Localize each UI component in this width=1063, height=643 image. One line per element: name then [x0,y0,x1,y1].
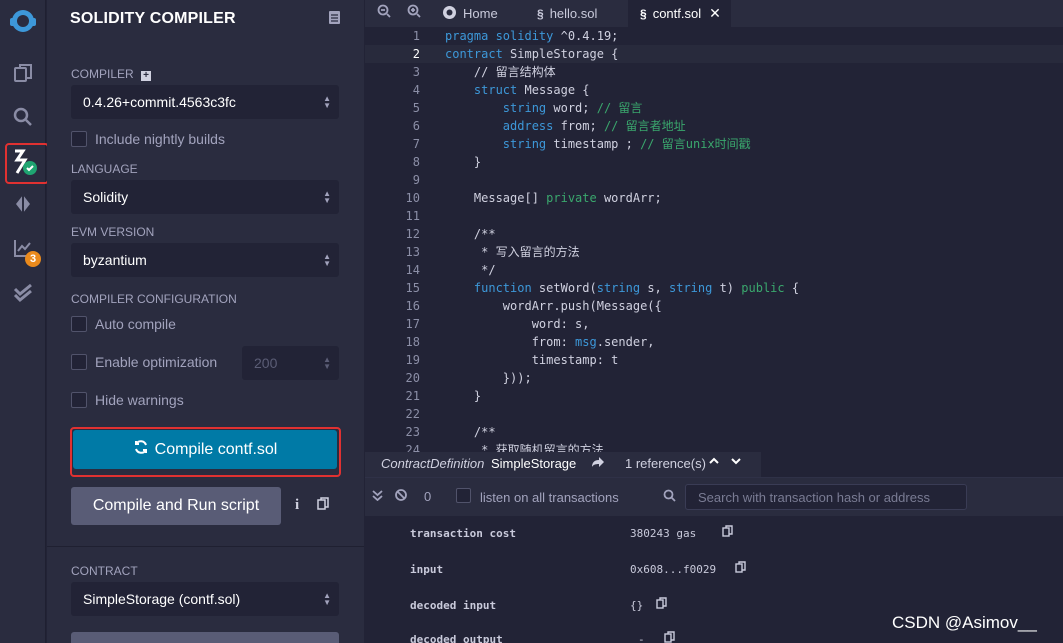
compiler-config-label: COMPILER CONFIGURATION [71,292,237,306]
code-editor: Home § hello.sol § contf.sol ✕ 1 pragma s… [365,0,1063,452]
code-line: 19 timestamp: t [405,353,619,367]
copy-icon[interactable] [664,631,675,643]
language-select[interactable]: Solidity ▲ ▼ [71,180,339,214]
info-icon[interactable]: i [295,497,299,514]
analysis-badge: 3 [25,251,41,267]
code-line: 24 * 获取随机留言的方法 [405,443,604,452]
code-line: 18 from: msg.sender, [405,335,655,349]
code-line: 6 address from; // 留言者地址 [412,119,686,133]
deploy-run-icon[interactable] [8,189,38,219]
code-line: 12 /** [405,227,496,241]
compiler-version-select[interactable]: 0.4.26+commit.4563c3fc ▲ ▼ [71,85,339,119]
search-icon[interactable] [8,102,38,132]
compile-run-script-button[interactable]: Compile and Run script [71,487,281,525]
definition-type: ContractDefinition [381,456,485,471]
copy-icon[interactable] [656,597,667,612]
code-line: 10 Message[] private wordArr; [405,191,662,205]
compiler-panel: SOLIDITY COMPILER COMPILER + 0.4.26+comm… [47,0,364,643]
add-compiler-icon[interactable]: + [141,71,152,81]
language-label: LANGUAGE [71,162,138,176]
copy-icon[interactable] [722,525,733,540]
code-line: 3 // 留言结构体 [412,65,556,79]
divider [47,546,364,547]
listen-checkbox[interactable] [456,488,471,503]
remix-ide: 3 SOLIDITY COMPILER COMPILER + 0.4.26+co… [0,0,1063,643]
close-tab-icon[interactable]: ✕ [709,5,721,22]
definition-name: SimpleStorage [491,456,577,471]
compiler-label: COMPILER + [71,67,152,81]
copy-icon[interactable] [735,561,746,576]
transaction-search-input[interactable]: Search with transaction hash or address [685,484,967,510]
code-line: 4 struct Message { [412,83,590,97]
code-line: 15 function setWord(string s, string t) … [405,281,800,295]
code-line: 20 })); [405,371,532,385]
active-plugin-highlight [5,143,49,184]
references-count: 1 reference(s) [625,456,706,471]
code-line: 9 [412,173,420,187]
hide-warnings-row[interactable]: Hide warnings [71,392,184,408]
code-line: 23 /** [405,425,496,439]
code-line: 8 } [412,155,482,169]
hide-warnings-checkbox[interactable] [71,392,87,408]
code-line: 2 contract SimpleStorage { [365,45,1063,63]
optimization-runs-input[interactable]: 200 ▲ ▼ [242,346,339,380]
solidity-file-icon: § [640,6,647,21]
panel-title: SOLIDITY COMPILER [70,10,236,27]
tab-contf-sol[interactable]: § contf.sol ✕ [628,0,731,27]
code-line: 7 string timestamp ; // 留言unix时间戳 [412,137,751,151]
tab-home[interactable]: Home [442,0,532,27]
code-line: 5 string word; // 留言 [412,101,643,115]
test-icon[interactable] [8,278,38,308]
optimization-checkbox[interactable] [71,354,87,370]
definition-statusbar: ContractDefinition SimpleStorage 1 refer… [365,452,761,477]
publish-button[interactable] [71,632,339,643]
evm-version-label: EVM VERSION [71,225,155,239]
stepper-arrows-icon: ▲ ▼ [323,355,331,371]
zoom-in-icon[interactable] [407,4,421,23]
refresh-icon [133,439,149,460]
chevron-up-icon[interactable] [708,455,720,470]
select-arrows-icon: ▲ ▼ [323,94,331,110]
watermark: CSDN @Asimov__ [892,613,1037,632]
code-area[interactable]: 1 pragma solidity ^0.4.19; 2 contract Simp… [365,27,1063,452]
solidity-file-icon: § [537,6,544,21]
nightly-builds-row[interactable]: Include nightly builds [71,131,225,147]
code-line: 22 [405,407,420,421]
contract-select[interactable]: SimpleStorage (contf.sol) ▲ ▼ [71,582,339,616]
code-line: 16 wordArr.push(Message({ [405,299,662,313]
code-line: 1 pragma solidity ^0.4.19; [412,29,619,43]
editor-tabs: Home § hello.sol § contf.sol ✕ [365,0,1063,27]
evm-version-select[interactable]: byzantium ▲ ▼ [71,243,339,277]
code-line: 17 word: s, [405,317,590,331]
terminal-toolbar: 0 listen on all transactions Search with… [365,478,1063,516]
contract-label: CONTRACT [71,564,138,578]
goto-definition-icon[interactable] [591,455,605,472]
remix-logo-icon[interactable] [8,6,38,36]
documentation-icon[interactable] [329,11,340,29]
auto-compile-checkbox[interactable] [71,316,87,332]
home-icon [442,5,457,23]
file-explorer-icon[interactable] [8,58,38,88]
zoom-out-icon[interactable] [377,4,391,23]
code-line: 14 */ [405,263,496,277]
auto-compile-row[interactable]: Auto compile [71,316,176,332]
pending-tx-count: 0 [424,489,432,504]
code-line: 21 } [405,389,482,403]
listen-label: listen on all transactions [480,490,619,505]
tab-hello-sol[interactable]: § hello.sol [537,0,627,27]
code-line: 11 [405,209,420,223]
nightly-builds-checkbox[interactable] [71,131,87,147]
search-icon [663,489,676,507]
select-arrows-icon: ▲ ▼ [323,252,331,268]
code-line: 13 * 写入留言的方法 [405,245,580,259]
compile-button[interactable]: Compile contf.sol [73,430,337,469]
clear-console-icon[interactable] [395,489,407,504]
select-arrows-icon: ▲ ▼ [323,189,331,205]
icon-rail: 3 [0,0,49,643]
copy-icon[interactable] [317,497,329,515]
collapse-terminal-icon[interactable] [372,489,383,504]
optimization-row[interactable]: Enable optimization [71,354,217,370]
select-arrows-icon: ▲ ▼ [323,591,331,607]
chevron-down-icon[interactable] [730,455,742,470]
